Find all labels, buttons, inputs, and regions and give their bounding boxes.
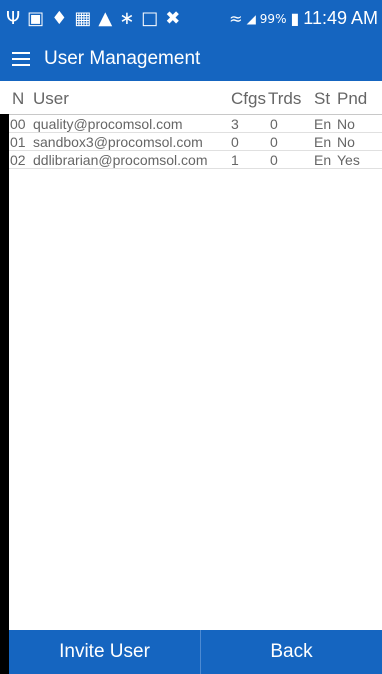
mute-icon: ✖ [165, 7, 181, 29]
cell-n: 01 [10, 134, 26, 150]
table-row[interactable]: 02 ddlibrarian@procomsol.com 1 0 En Yes [0, 151, 382, 169]
cell-n: 00 [10, 116, 26, 132]
back-button[interactable]: Back [201, 630, 382, 674]
warning-icon: ▲ [98, 7, 113, 29]
user-list: 00 quality@procomsol.com 3 0 En No 01 sa… [0, 115, 382, 169]
cell-user: ddlibrarian@procomsol.com [33, 152, 208, 168]
header-trds[interactable]: Trds [268, 89, 301, 109]
page-title: User Management [44, 48, 201, 69]
table-header: N User Cfgs Trds St Pnd [0, 81, 382, 115]
table-row[interactable]: 01 sandbox3@procomsol.com 0 0 En No [0, 133, 382, 151]
nfc-icon: □ [141, 7, 159, 29]
signal-icon: ◢ [246, 11, 256, 26]
clock: 11:49 AM [303, 8, 378, 28]
system-icons: ≈ ◢ 99% ▮ 11:49 AM [229, 8, 382, 29]
header-pnd[interactable]: Pnd [337, 89, 367, 109]
cell-st: En [314, 134, 332, 150]
cell-user: sandbox3@procomsol.com [33, 134, 203, 150]
usb-icon: Ψ [6, 7, 21, 29]
cell-pnd: No [337, 134, 355, 150]
screen: Ψ ▣ ♦ ▦ ▲ ∗ □ ✖ ≈ ◢ 99% ▮ 11:49 AM User … [0, 0, 382, 674]
cell-cfgs: 0 [231, 134, 239, 150]
cell-cfgs: 3 [231, 116, 239, 132]
wifi-icon: ≈ [229, 9, 243, 28]
app-bar: User Management [0, 37, 382, 81]
battery-charging-icon: ▮ [290, 9, 300, 28]
cell-pnd: No [337, 116, 355, 132]
image-icon: ▣ [27, 7, 45, 29]
header-cfgs[interactable]: Cfgs [231, 89, 266, 109]
notification-icons: Ψ ▣ ♦ ▦ ▲ ∗ □ ✖ [0, 7, 181, 29]
cell-trds: 0 [270, 116, 278, 132]
cell-n: 02 [10, 152, 26, 168]
cell-trds: 0 [270, 134, 278, 150]
cell-pnd: Yes [337, 152, 360, 168]
header-n[interactable]: N [12, 89, 24, 109]
screen-edge [0, 114, 9, 674]
cell-cfgs: 1 [231, 152, 239, 168]
cell-st: En [314, 152, 332, 168]
menu-icon[interactable] [12, 52, 30, 66]
battery-percent: 99% [259, 11, 287, 26]
cell-st: En [314, 116, 332, 132]
status-bar: Ψ ▣ ♦ ▦ ▲ ∗ □ ✖ ≈ ◢ 99% ▮ 11:49 AM [0, 0, 382, 37]
cell-user: quality@procomsol.com [33, 116, 183, 132]
cell-trds: 0 [270, 152, 278, 168]
bluetooth-icon: ∗ [119, 7, 135, 29]
header-st[interactable]: St [314, 89, 330, 109]
shield-icon: ♦ [51, 7, 68, 29]
bottom-action-bar: Invite User Back [9, 630, 382, 674]
invite-user-button[interactable]: Invite User [9, 630, 200, 674]
header-user[interactable]: User [33, 89, 69, 109]
sim-icon: ▦ [74, 7, 92, 29]
table-row[interactable]: 00 quality@procomsol.com 3 0 En No [0, 115, 382, 133]
